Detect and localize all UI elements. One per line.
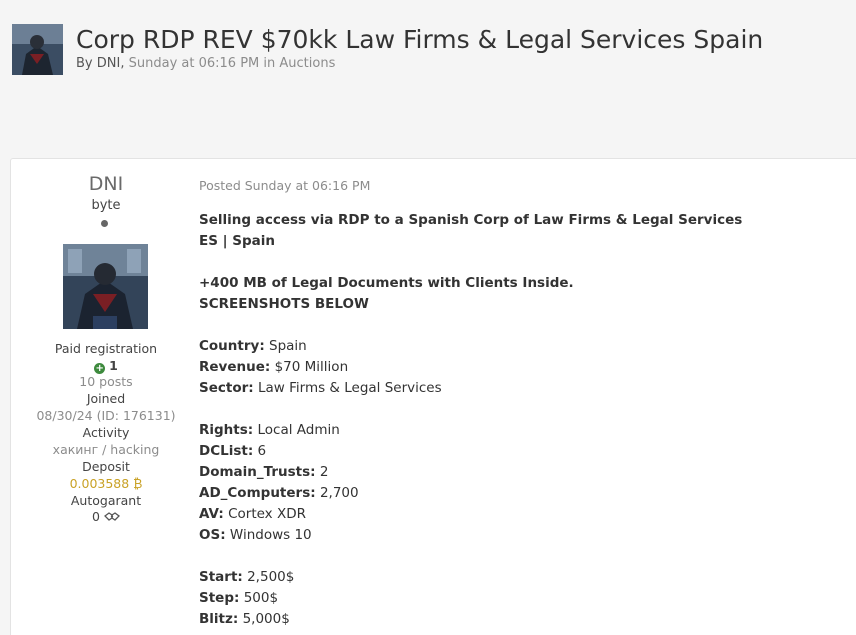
topic-header: Corp RDP REV $70kk Law Firms & Legal Ser… [12, 24, 763, 75]
post-heading-text: +400 MB of Legal Documents with Clients … [199, 275, 574, 291]
post-line: SCREENSHOTS BELOW [199, 294, 369, 315]
field-value: Local Admin [257, 422, 340, 438]
post-line: AV: Cortex XDR [199, 504, 306, 525]
post-line: ES | Spain [199, 231, 275, 252]
deposit-label: Deposit [82, 459, 130, 474]
joined-label: Joined [86, 391, 126, 406]
topic-date: Sunday at 06:16 PM [128, 56, 260, 71]
post-line: Blitz: 5,000$ [199, 609, 290, 630]
topic-title: Corp RDP REV $70kk Law Firms & Legal Ser… [76, 25, 764, 54]
field-value: 6 [257, 443, 267, 459]
field-label: Domain_Trusts: [199, 464, 316, 480]
rank-pip-icon [101, 220, 108, 227]
field-value: Cortex XDR [228, 506, 306, 522]
post-line: +400 MB of Legal Documents with Clients … [199, 273, 574, 294]
field-value: 5,000$ [242, 611, 290, 627]
post-line: Country: Spain [199, 336, 307, 357]
autogarant-value: 0 [92, 509, 100, 524]
activity-label: Activity [82, 425, 130, 440]
post-heading-text: SCREENSHOTS BELOW [199, 296, 369, 312]
field-value: 2,500$ [247, 569, 295, 585]
field-value: Spain [269, 338, 307, 354]
joined-value: 08/30/24 (ID: 176131) [36, 408, 176, 423]
field-label: AV: [199, 506, 224, 522]
field-label: DCList: [199, 443, 254, 459]
reputation-value: 1 [109, 358, 118, 373]
author-reputation: + 1 [11, 357, 201, 374]
post-date: Posted Sunday at 06:16 PM [199, 178, 371, 193]
author-avatar[interactable] [63, 244, 148, 329]
forum-link[interactable]: Auctions [279, 56, 335, 71]
deposit-value: 0.003588 ₿ [69, 476, 143, 491]
field-value: 2,700 [319, 485, 359, 501]
post-line: Start: 2,500$ [199, 567, 294, 588]
field-label: Country: [199, 338, 265, 354]
autogarant-label: Autogarant [70, 493, 142, 508]
field-label: AD_Computers: [199, 485, 316, 501]
field-label: Revenue: [199, 359, 271, 375]
topic-meta: By DNI, Sunday at 06:16 PM in Auctions [76, 56, 336, 71]
post-container: DNI byte Paid registration + 1 10 posts … [10, 158, 856, 635]
post-line: Revenue: $70 Million [199, 357, 348, 378]
post-line: Selling access via RDP to a Spanish Corp… [199, 210, 742, 231]
post-heading-text: ES | Spain [199, 233, 276, 249]
author-name[interactable]: DNI [11, 173, 201, 195]
post-line: OS: Windows 10 [199, 525, 312, 546]
post-line: Step: 500$ [199, 588, 278, 609]
field-value: 500$ [243, 590, 279, 606]
field-label: Rights: [199, 422, 254, 438]
field-label: Sector: [199, 380, 254, 396]
post-line: Domain_Trusts: 2 [199, 462, 328, 483]
author-group: Paid registration [54, 341, 158, 356]
author-posts[interactable]: 10 posts [11, 373, 201, 390]
author-rank: byte [91, 198, 121, 213]
field-label: Step: [199, 590, 240, 606]
handshake-icon [103, 512, 120, 521]
field-label: Start: [199, 569, 243, 585]
post-line: Sector: Law Firms & Legal Services [199, 378, 442, 399]
field-value: Law Firms & Legal Services [257, 380, 442, 396]
post-heading-text: Selling access via RDP to a Spanish Corp… [199, 212, 743, 228]
field-label: OS: [199, 527, 226, 543]
by-label: By [76, 56, 93, 71]
field-value: 2 [319, 464, 329, 480]
activity-value: хакинг / hacking [52, 442, 160, 457]
topic-author-link[interactable]: DNI [97, 56, 121, 71]
post-line: DCList: 6 [199, 441, 266, 462]
post-line: AD_Computers: 2,700 [199, 483, 359, 504]
field-value: Windows 10 [229, 527, 312, 543]
in-label: in [263, 56, 276, 71]
autogarant-row: 0 [11, 508, 201, 525]
topic-author-avatar[interactable] [12, 24, 63, 75]
field-value: $70 Million [274, 359, 349, 375]
post-line: Rights: Local Admin [199, 420, 340, 441]
field-label: Blitz: [199, 611, 239, 627]
